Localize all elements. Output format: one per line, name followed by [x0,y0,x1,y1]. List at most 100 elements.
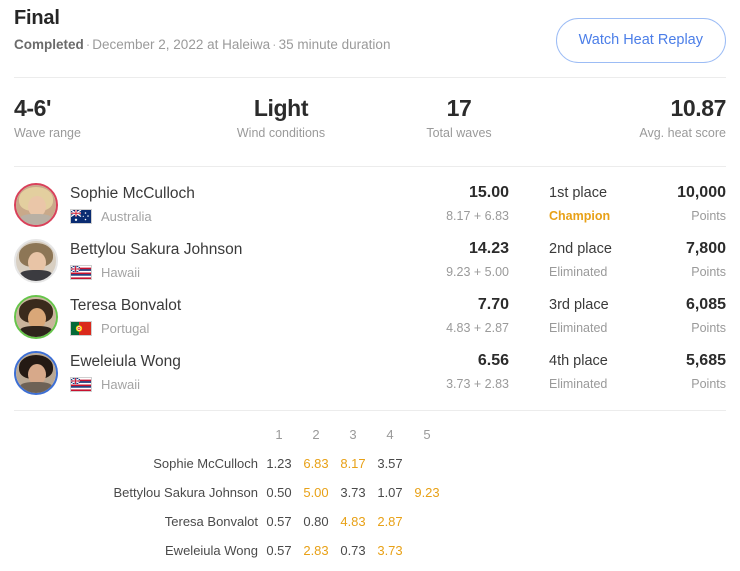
heat-stats-row: 4-6' Wave range Light Wind conditions 17… [14,95,726,141]
wave-table-header: 1 2 3 4 5 [14,424,726,453]
stat-label: Total waves [426,126,492,140]
athlete-country: Hawaii [70,377,140,392]
athlete-name: Eweleiula Wong [70,353,181,370]
stats-divider [14,166,726,167]
hawaii-flag-icon [70,377,92,392]
stat-avg-heat-score: 10.87 Avg. heat score [548,95,726,141]
points-label: Points [691,265,726,279]
wave-row-athlete-name: Eweleiula Wong [165,543,258,558]
status-badge: Eliminated [549,377,608,391]
athlete-name: Bettylou Sakura Johnson [70,241,243,258]
athlete-score-breakdown: 9.23 + 5.00 [446,265,509,279]
table-row[interactable]: Sophie McCulloch Australia 15.00 8.17 + … [14,178,726,234]
athlete-points: 10,000 [677,184,726,201]
avatar [14,295,58,339]
athlete-score-breakdown: 4.83 + 2.87 [446,321,509,335]
wave-column-header-3: 3 [349,427,357,442]
wave-column-header-4: 4 [386,427,394,442]
heat-result-panel: Final Completed · December 2, 2022 at Hale… [0,0,740,571]
wave-table-row: Teresa Bonvalot 0.57 0.80 4.83 2.87 [14,511,726,540]
avatar [14,183,58,227]
avatar [14,351,58,395]
wave-column-header-1: 1 [275,427,283,442]
athlete-score-breakdown: 8.17 + 6.83 [446,209,509,223]
hawaii-flag-icon [70,265,92,280]
stat-label: Wind conditions [236,126,326,140]
status-badge: Champion [549,209,611,223]
athlete-place: 1st place [549,185,608,201]
duration-text: 35 minute duration [278,37,391,52]
athlete-points: 6,085 [685,296,726,313]
stat-total-waves: 17 Total waves [370,95,548,141]
country-label: Portugal [101,321,150,336]
status-text: Completed [14,37,84,52]
stat-wave-range: 4-6' Wave range [14,95,192,141]
wave-table-row: Bettylou Sakura Johnson 0.50 5.00 3.73 1… [14,482,726,511]
wave-column-header-2: 2 [312,427,320,442]
athlete-score: 6.56 [477,352,509,369]
stat-value: Light [253,95,309,121]
athlete-place: 4th place [549,353,608,369]
wave-score: 4.83 [340,514,366,529]
status-badge: Eliminated [549,321,608,335]
wave-row-athlete-name: Sophie McCulloch [153,456,258,471]
stat-value: 10.87 [670,95,726,121]
athlete-points: 7,800 [685,240,726,257]
wave-row-athlete-name: Teresa Bonvalot [164,514,258,529]
athlete-score-breakdown: 3.73 + 2.83 [446,377,509,391]
athlete-score: 15.00 [468,184,509,201]
status-badge: Eliminated [549,265,608,279]
header-divider [14,77,726,78]
wave-row-athlete-name: Bettylou Sakura Johnson [113,485,258,500]
athlete-name: Teresa Bonvalot [70,297,182,314]
wave-score: 0.50 [266,485,292,500]
wave-score: 1.23 [266,456,292,471]
meta-separator-2: · [272,37,277,52]
heat-header: Final Completed · December 2, 2022 at Hale… [14,6,726,68]
australia-flag-icon [70,209,92,224]
athlete-country: Australia [70,209,152,224]
stat-label: Wave range [14,126,81,140]
points-label: Points [691,321,726,335]
waves-divider [14,410,726,411]
portugal-flag-icon [70,321,92,336]
wave-score: 2.87 [377,514,403,529]
athlete-place: 3rd place [549,297,609,313]
wave-score: 0.57 [266,514,292,529]
athlete-score: 14.23 [468,240,509,257]
watch-heat-replay-button[interactable]: Watch Heat Replay [555,18,726,63]
athlete-score: 7.70 [477,296,509,313]
wave-score: 8.17 [340,456,366,471]
wave-score: 3.57 [377,456,403,471]
country-label: Hawaii [101,377,141,392]
wave-score: 0.73 [340,543,366,558]
country-label: Hawaii [101,265,141,280]
wave-scores-table: 1 2 3 4 5 Sophie McCulloch 1.23 6.83 8.1… [14,424,726,569]
wave-score: 3.73 [377,543,403,558]
wave-score: 2.83 [303,543,329,558]
stat-label: Avg. heat score [639,126,726,140]
points-label: Points [691,209,726,223]
wave-score: 5.00 [303,485,329,500]
avatar [14,239,58,283]
wave-score: 0.57 [266,543,292,558]
country-label: Australia [101,209,152,224]
wave-table-row: Sophie McCulloch 1.23 6.83 8.17 3.57 [14,453,726,482]
stat-value: 4-6' [14,95,52,121]
stat-value: 17 [446,95,472,121]
date-location-text: December 2, 2022 at Haleiwa [92,37,271,52]
table-row[interactable]: Eweleiula Wong Hawaii 6.56 3.73 + 2.83 4… [14,346,726,402]
athlete-results-list: Sophie McCulloch Australia 15.00 8.17 + … [14,178,726,402]
wave-column-header-5: 5 [423,427,431,442]
watch-heat-replay-label: Watch Heat Replay [578,32,703,49]
wave-score: 6.83 [303,456,329,471]
table-row[interactable]: Teresa Bonvalot Portugal 7.70 4.83 + 2.8… [14,290,726,346]
athlete-country: Hawaii [70,265,140,280]
wave-score: 3.73 [340,485,366,500]
table-row[interactable]: Bettylou Sakura Johnson Hawaii 14.23 9.2… [14,234,726,290]
wave-score: 0.80 [303,514,329,529]
athlete-country: Portugal [70,321,149,336]
stat-wind-conditions: Light Wind conditions [192,95,370,141]
athlete-points: 5,685 [685,352,726,369]
wave-score: 1.07 [377,485,403,500]
